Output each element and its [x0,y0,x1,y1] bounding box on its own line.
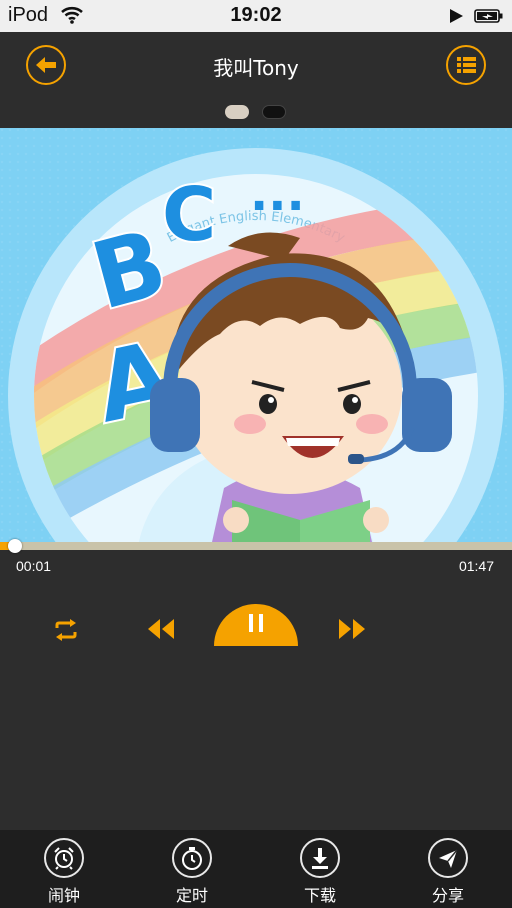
repeat-icon [55,619,77,641]
progress-bar[interactable] [0,539,512,553]
tab-label: 定时 [175,886,208,905]
tab-download[interactable]: 下载 [256,830,384,908]
tab-label: 下载 [303,886,336,905]
share-icon [428,838,468,878]
current-time: 00:01 [16,558,52,574]
status-time: 19:02 [230,4,282,26]
tab-label: 闹钟 [47,886,80,905]
download-icon [300,838,340,878]
rewind-button[interactable] [146,617,176,645]
player-header: 我叫Tony [0,32,512,128]
page-indicator-dot-active[interactable] [225,105,249,119]
playlist-button[interactable] [446,45,486,85]
rewind-icon [148,619,174,639]
pause-button[interactable] [214,598,298,652]
tab-label: 分享 [431,886,464,905]
tab-alarm[interactable]: 闹钟 [0,830,128,908]
battery-charging-icon [474,8,504,29]
page-indicator-dot[interactable] [262,105,286,119]
progress-thumb[interactable] [8,539,23,553]
album-artwork: Elegant English Elementary B A C ... [0,128,512,542]
play-indicator-icon [448,8,464,29]
tab-share[interactable]: 分享 [384,830,512,908]
repeat-button[interactable] [52,618,80,646]
fast-forward-icon [339,619,365,639]
letter-c: C [162,172,216,258]
list-icon [457,57,476,73]
ellipsis: ... [250,166,305,222]
alarm-clock-icon [44,838,84,878]
status-bar: iPod 19:02 [0,0,512,32]
total-time: 01:47 [458,558,494,574]
tab-timer[interactable]: 定时 [128,830,256,908]
page-title: 我叫Tony [213,56,299,80]
bottom-tab-bar: 闹钟 定时 下载 分享 [0,830,512,908]
stopwatch-icon [172,838,212,878]
fast-forward-button[interactable] [337,617,367,645]
